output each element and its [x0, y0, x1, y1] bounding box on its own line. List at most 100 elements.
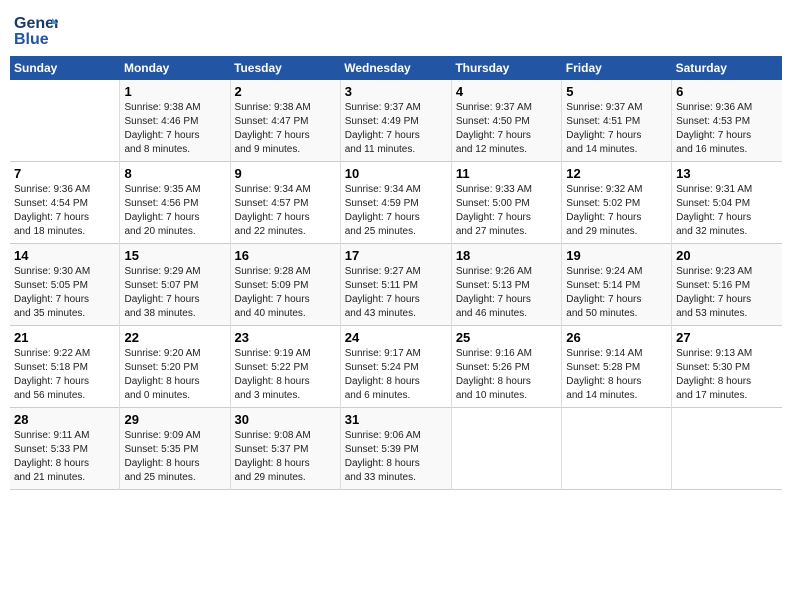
calendar-cell: 6 Sunrise: 9:36 AM Sunset: 4:53 PM Daylig…	[672, 80, 782, 162]
day-info: Sunrise: 9:24 AM Sunset: 5:14 PM Dayligh…	[566, 265, 667, 321]
svg-text:Blue: Blue	[14, 31, 49, 48]
calendar-cell: 14Sunrise: 9:30 AM Sunset: 5:05 PM Dayli…	[10, 244, 120, 326]
day-info: Sunrise: 9:37 AM Sunset: 4:51 PM Dayligh…	[566, 101, 667, 157]
day-info: Sunrise: 9:08 AM Sunset: 5:37 PM Dayligh…	[235, 429, 336, 485]
calendar-cell: 31 Sunrise: 9:06 AM Sunset: 5:39 PM Dayli…	[340, 408, 451, 490]
week-row-4: 21Sunrise: 9:22 AM Sunset: 5:18 PM Dayli…	[10, 326, 782, 408]
header-sunday: Sunday	[10, 56, 120, 80]
calendar-cell: 3 Sunrise: 9:37 AM Sunset: 4:49 PM Daylig…	[340, 80, 451, 162]
day-number: 19	[566, 248, 667, 263]
page-header: General Blue	[10, 10, 782, 48]
day-number: 11	[456, 166, 557, 181]
day-number: 13	[676, 166, 778, 181]
day-info: Sunrise: 9:34 AM Sunset: 4:59 PM Dayligh…	[345, 183, 447, 239]
day-info: Sunrise: 9:16 AM Sunset: 5:26 PM Dayligh…	[456, 347, 557, 403]
day-info: Sunrise: 9:32 AM Sunset: 5:02 PM Dayligh…	[566, 183, 667, 239]
day-info: Sunrise: 9:26 AM Sunset: 5:13 PM Dayligh…	[456, 265, 557, 321]
day-number: 6	[676, 84, 778, 99]
calendar-cell: 4 Sunrise: 9:37 AM Sunset: 4:50 PM Daylig…	[451, 80, 561, 162]
day-number: 20	[676, 248, 778, 263]
day-info: Sunrise: 9:23 AM Sunset: 5:16 PM Dayligh…	[676, 265, 778, 321]
day-info: Sunrise: 9:20 AM Sunset: 5:20 PM Dayligh…	[124, 347, 225, 403]
calendar-cell: 17 Sunrise: 9:27 AM Sunset: 5:11 PM Dayli…	[340, 244, 451, 326]
day-number: 29	[124, 412, 225, 427]
day-info: Sunrise: 9:28 AM Sunset: 5:09 PM Dayligh…	[235, 265, 336, 321]
header-thursday: Thursday	[451, 56, 561, 80]
day-info: Sunrise: 9:11 AM Sunset: 5:33 PM Dayligh…	[14, 429, 115, 485]
day-info: Sunrise: 9:33 AM Sunset: 5:00 PM Dayligh…	[456, 183, 557, 239]
day-number: 26	[566, 330, 667, 345]
header-saturday: Saturday	[672, 56, 782, 80]
day-number: 31	[345, 412, 447, 427]
calendar-cell: 1 Sunrise: 9:38 AM Sunset: 4:46 PM Daylig…	[120, 80, 230, 162]
calendar-cell: 5 Sunrise: 9:37 AM Sunset: 4:51 PM Daylig…	[562, 80, 672, 162]
day-number: 3	[345, 84, 447, 99]
calendar-cell	[562, 408, 672, 490]
day-number: 24	[345, 330, 447, 345]
calendar-cell: 24 Sunrise: 9:17 AM Sunset: 5:24 PM Dayli…	[340, 326, 451, 408]
calendar-cell: 21Sunrise: 9:22 AM Sunset: 5:18 PM Dayli…	[10, 326, 120, 408]
calendar-cell: 18Sunrise: 9:26 AM Sunset: 5:13 PM Dayli…	[451, 244, 561, 326]
day-info: Sunrise: 9:27 AM Sunset: 5:11 PM Dayligh…	[345, 265, 447, 321]
day-number: 28	[14, 412, 115, 427]
day-info: Sunrise: 9:37 AM Sunset: 4:50 PM Dayligh…	[456, 101, 557, 157]
header-row: SundayMondayTuesdayWednesdayThursdayFrid…	[10, 56, 782, 80]
day-info: Sunrise: 9:36 AM Sunset: 4:53 PM Dayligh…	[676, 101, 778, 157]
day-info: Sunrise: 9:29 AM Sunset: 5:07 PM Dayligh…	[124, 265, 225, 321]
calendar-cell: 28 Sunrise: 9:11 AM Sunset: 5:33 PM Dayli…	[10, 408, 120, 490]
calendar-cell	[10, 80, 120, 162]
day-info: Sunrise: 9:19 AM Sunset: 5:22 PM Dayligh…	[235, 347, 336, 403]
day-info: Sunrise: 9:30 AM Sunset: 5:05 PM Dayligh…	[14, 265, 115, 321]
logo-icon: General Blue	[14, 10, 54, 48]
day-number: 16	[235, 248, 336, 263]
day-info: Sunrise: 9:06 AM Sunset: 5:39 PM Dayligh…	[345, 429, 447, 485]
week-row-1: 1 Sunrise: 9:38 AM Sunset: 4:46 PM Daylig…	[10, 80, 782, 162]
calendar-cell: 26 Sunrise: 9:14 AM Sunset: 5:28 PM Dayli…	[562, 326, 672, 408]
calendar-cell: 9 Sunrise: 9:34 AM Sunset: 4:57 PM Daylig…	[230, 162, 340, 244]
day-info: Sunrise: 9:37 AM Sunset: 4:49 PM Dayligh…	[345, 101, 447, 157]
calendar-cell: 10 Sunrise: 9:34 AM Sunset: 4:59 PM Dayli…	[340, 162, 451, 244]
logo: General Blue	[14, 10, 58, 48]
calendar-cell: 8 Sunrise: 9:35 AM Sunset: 4:56 PM Daylig…	[120, 162, 230, 244]
day-number: 27	[676, 330, 778, 345]
day-number: 15	[124, 248, 225, 263]
week-row-5: 28 Sunrise: 9:11 AM Sunset: 5:33 PM Dayli…	[10, 408, 782, 490]
day-number: 1	[124, 84, 225, 99]
day-number: 22	[124, 330, 225, 345]
calendar-cell: 30 Sunrise: 9:08 AM Sunset: 5:37 PM Dayli…	[230, 408, 340, 490]
calendar-cell: 11 Sunrise: 9:33 AM Sunset: 5:00 PM Dayli…	[451, 162, 561, 244]
calendar-cell	[672, 408, 782, 490]
day-info: Sunrise: 9:22 AM Sunset: 5:18 PM Dayligh…	[14, 347, 115, 403]
calendar-cell: 12Sunrise: 9:32 AM Sunset: 5:02 PM Dayli…	[562, 162, 672, 244]
day-info: Sunrise: 9:17 AM Sunset: 5:24 PM Dayligh…	[345, 347, 447, 403]
header-tuesday: Tuesday	[230, 56, 340, 80]
day-number: 30	[235, 412, 336, 427]
calendar-cell: 13 Sunrise: 9:31 AM Sunset: 5:04 PM Dayli…	[672, 162, 782, 244]
calendar-cell: 29Sunrise: 9:09 AM Sunset: 5:35 PM Dayli…	[120, 408, 230, 490]
day-number: 17	[345, 248, 447, 263]
day-number: 5	[566, 84, 667, 99]
day-info: Sunrise: 9:35 AM Sunset: 4:56 PM Dayligh…	[124, 183, 225, 239]
day-info: Sunrise: 9:14 AM Sunset: 5:28 PM Dayligh…	[566, 347, 667, 403]
header-wednesday: Wednesday	[340, 56, 451, 80]
calendar-cell: 23 Sunrise: 9:19 AM Sunset: 5:22 PM Dayli…	[230, 326, 340, 408]
day-info: Sunrise: 9:38 AM Sunset: 4:47 PM Dayligh…	[235, 101, 336, 157]
day-number: 8	[124, 166, 225, 181]
calendar-cell: 25Sunrise: 9:16 AM Sunset: 5:26 PM Dayli…	[451, 326, 561, 408]
calendar-cell: 20 Sunrise: 9:23 AM Sunset: 5:16 PM Dayli…	[672, 244, 782, 326]
day-number: 23	[235, 330, 336, 345]
day-number: 4	[456, 84, 557, 99]
day-number: 9	[235, 166, 336, 181]
calendar-cell: 2Sunrise: 9:38 AM Sunset: 4:47 PM Daylig…	[230, 80, 340, 162]
day-number: 7	[14, 166, 115, 181]
calendar-cell: 16 Sunrise: 9:28 AM Sunset: 5:09 PM Dayli…	[230, 244, 340, 326]
day-number: 10	[345, 166, 447, 181]
day-info: Sunrise: 9:31 AM Sunset: 5:04 PM Dayligh…	[676, 183, 778, 239]
calendar-cell: 27Sunrise: 9:13 AM Sunset: 5:30 PM Dayli…	[672, 326, 782, 408]
calendar-cell	[451, 408, 561, 490]
header-monday: Monday	[120, 56, 230, 80]
day-info: Sunrise: 9:34 AM Sunset: 4:57 PM Dayligh…	[235, 183, 336, 239]
svg-text:General: General	[14, 15, 58, 32]
calendar-cell: 15 Sunrise: 9:29 AM Sunset: 5:07 PM Dayli…	[120, 244, 230, 326]
day-info: Sunrise: 9:38 AM Sunset: 4:46 PM Dayligh…	[124, 101, 225, 157]
